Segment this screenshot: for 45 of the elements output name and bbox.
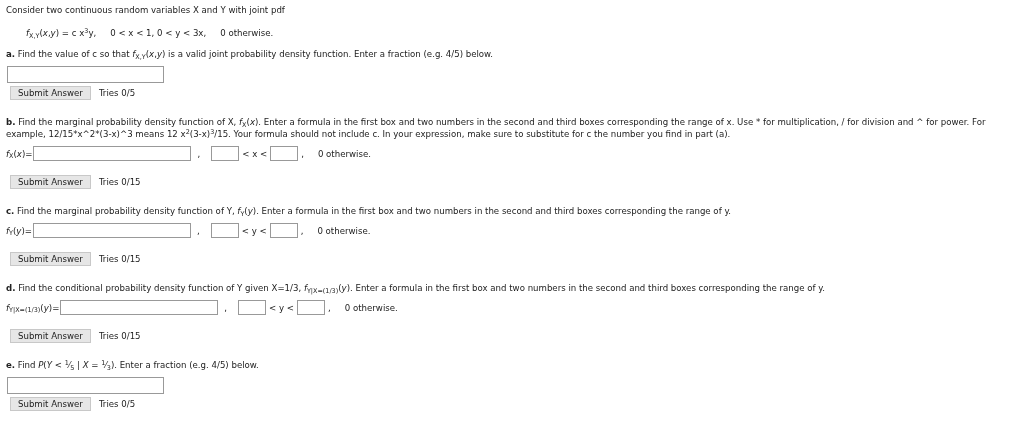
formula-label: f$_{X}$(x)=: [6, 147, 33, 160]
formula-field[interactable]: [33, 146, 192, 161]
range-text: < x <: [242, 147, 268, 160]
submit-button[interactable]: Submit Answer: [10, 86, 91, 100]
pdf-otherwise: 0 otherwise.: [220, 27, 274, 39]
question-text: e. Find P(Y < $^{1}$⁄$_{5}$ | X = $^{1}$⁄$_{3}$). Enter a fraction (e.g. 4/5) below.: [6, 359, 260, 371]
intro-text: Consider two continuous random variables X and Y with joint pdf: [6, 4, 286, 16]
formula-label: f$_{Y|X=(1/3)}$(y)=: [6, 301, 60, 314]
comma-separator: ,: [300, 224, 304, 237]
upper-bound-field[interactable]: [270, 146, 299, 161]
comma-separator: ,: [224, 301, 228, 314]
comma-separator: ,: [328, 301, 331, 314]
tries-counter: Tries 0/15: [98, 252, 141, 266]
otherwise-text: 0 otherwise.: [317, 224, 371, 237]
answer-field[interactable]: [7, 66, 164, 83]
tries-counter: Tries 0/15: [98, 329, 141, 343]
formula-label: f$_{Y}$(y)=: [6, 224, 32, 237]
question-text: a. Find the value of c so that f$_{X,Y}$(x,y) is a valid joint probability density function. Enter a fraction (e.g. 4/5) below.: [6, 48, 495, 60]
submit-button[interactable]: Submit Answer: [10, 397, 91, 411]
submit-button[interactable]: Submit Answer: [10, 329, 91, 343]
comma-separator: ,: [197, 224, 200, 237]
comma-separator: ,: [197, 147, 201, 160]
formula-field[interactable]: [33, 223, 191, 238]
answer-field[interactable]: [7, 377, 164, 394]
otherwise-text: 0 otherwise.: [344, 301, 398, 314]
comma-separator: ,: [301, 147, 304, 160]
lower-bound-field[interactable]: [210, 223, 239, 238]
submit-button[interactable]: Submit Answer: [10, 252, 91, 266]
pdf-range: 0 < x < 1, 0 < y < 3x,: [110, 27, 207, 39]
formula-field[interactable]: [60, 300, 219, 315]
otherwise-text: 0 otherwise.: [317, 147, 371, 160]
tries-counter: Tries 0/5: [98, 397, 136, 411]
submit-button[interactable]: Submit Answer: [10, 175, 91, 189]
question-text: c. Find the marginal probability density function of Y, f$_{Y}$(y). Enter a formula in the first box and two numbers in the second and third boxes corresponding the range of y.: [6, 205, 732, 217]
range-text: < y <: [241, 224, 267, 237]
pdf-formula: f$_{X,Y}$(x,y) = c x$^{3}$y,: [26, 27, 97, 39]
upper-bound-field[interactable]: [297, 300, 326, 315]
question-text: b. Find the marginal probability density function of X, f$_{X}$(x). Enter a formula in the first box and two numbers in the second and third boxes corresponding the range of x. Use * for multiplication, / for division and ^ for power. For example, 12/15*x^2*(3-x)^3 means 12 x$^{2}$(3-x)$^{3}$/15. Your formula should not include c. In your expression, make sure to substitute for c the number you find in part (a).: [6, 116, 987, 140]
range-text: < y <: [269, 301, 295, 314]
tries-counter: Tries 0/15: [98, 175, 141, 189]
question-text: d. Find the conditional probability density function of Y given X=1/3, f$_{Y|X=(1/3)}$(y). Enter a formula in the first box and two numbers in the second and third boxes corresponding the range of y.: [6, 282, 826, 294]
upper-bound-field[interactable]: [269, 223, 298, 238]
lower-bound-field[interactable]: [211, 146, 240, 161]
tries-counter: Tries 0/5: [98, 86, 136, 100]
lower-bound-field[interactable]: [238, 300, 267, 315]
